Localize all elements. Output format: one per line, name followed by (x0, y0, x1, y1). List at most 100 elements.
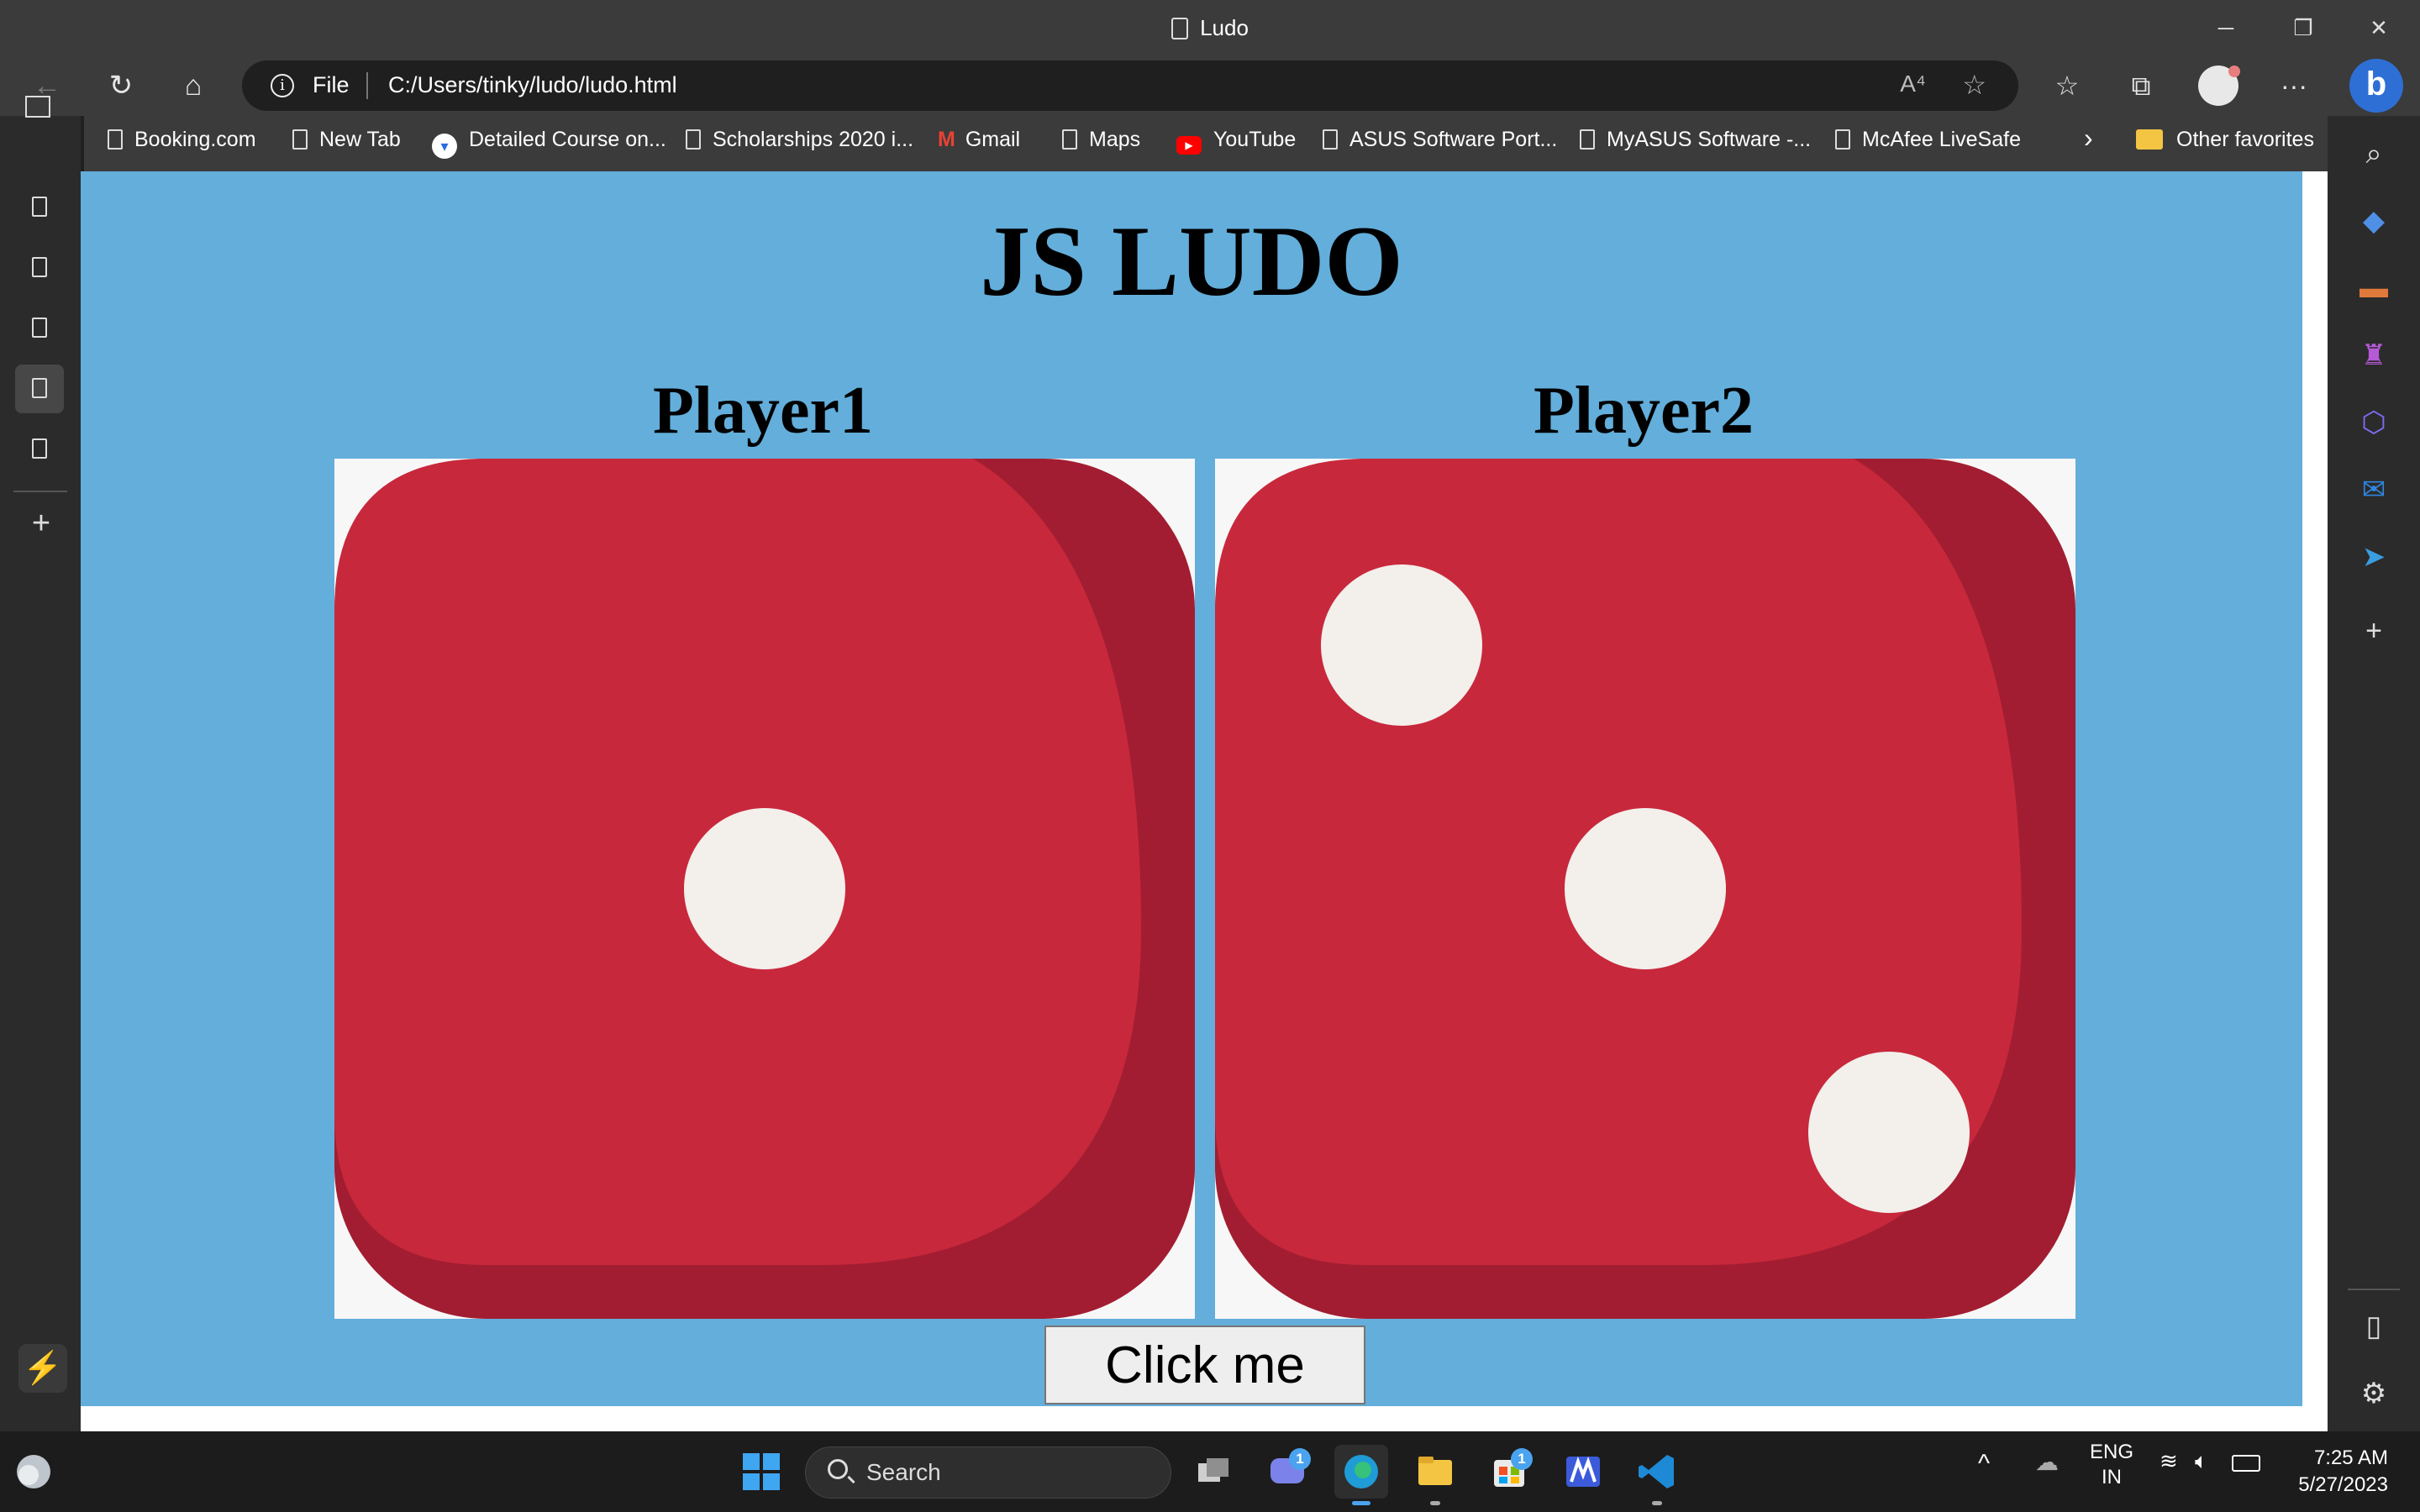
pinned-app-icon[interactable]: ⚡ (18, 1344, 67, 1393)
weather-icon[interactable] (12, 1450, 55, 1494)
die-pip (684, 808, 845, 969)
edge-icon (1344, 1455, 1378, 1488)
add-sidebar-app-icon[interactable]: + (2351, 608, 2396, 654)
task-view-icon (1198, 1458, 1228, 1482)
vertical-tab-2[interactable] (15, 244, 64, 292)
clock-time: 7:25 AM (2313, 1446, 2388, 1469)
drop-icon[interactable]: ➤ (2351, 534, 2396, 580)
language-indicator[interactable]: ENG IN (2089, 1440, 2134, 1490)
app-taskbar-button[interactable] (1556, 1445, 1610, 1499)
games-icon[interactable]: ♜ (2351, 333, 2396, 378)
ludo-page: JS LUDO Player1 Player2 Click me (81, 171, 2302, 1406)
store-badge: 1 (1511, 1448, 1533, 1470)
player1-label: Player1 (652, 374, 874, 448)
app-m-icon (1566, 1457, 1600, 1487)
favorite-label: McAfee LiveSafe (1862, 128, 2021, 151)
vertical-tab-5[interactable] (15, 425, 64, 474)
browser-toolbar: ← ↻ ⌂ i File C:/Users/tinky/ludo/ludo.ht… (0, 55, 2420, 116)
favorite-label: YouTube (1213, 128, 1297, 151)
restore-button[interactable]: ❐ (2265, 7, 2341, 49)
favorites-icon[interactable]: ☆ (2045, 64, 2089, 108)
favorite-asus-software[interactable]: ASUS Software Port... (1323, 128, 1557, 152)
volume-icon[interactable]: 🔈︎ (2195, 1448, 2208, 1475)
favorite-maps[interactable]: Maps (1062, 128, 1140, 152)
youtube-icon: ▶ (1176, 136, 1202, 155)
wifi-icon[interactable]: ≋ (2160, 1448, 2178, 1474)
vertical-tabs-panel: + ⚡ (0, 96, 81, 1431)
running-indicator (1652, 1501, 1662, 1505)
bing-chat-icon[interactable]: b (2349, 59, 2403, 113)
tab-actions-icon[interactable] (25, 96, 50, 118)
more-options-icon[interactable]: ··· (2272, 64, 2316, 108)
new-tab-plus-icon[interactable]: + (20, 502, 62, 544)
address-bar[interactable]: i File C:/Users/tinky/ludo/ludo.html A⁴ … (242, 60, 2018, 111)
edge-sidebar: ⌕ ◆ ▬ ♜ ⬡ ✉ ➤ + ▯ ⚙ (2328, 116, 2420, 1431)
tools-briefcase-icon[interactable]: ▬ (2351, 265, 2396, 311)
gmail-icon: M (938, 128, 955, 151)
collections-icon[interactable]: ⧉ (2119, 64, 2163, 108)
sidebar-search-icon[interactable]: ⌕ (2351, 131, 2396, 176)
refresh-button[interactable]: ↻ (99, 64, 143, 108)
minimize-button[interactable]: ─ (2188, 7, 2264, 49)
home-button[interactable]: ⌂ (171, 64, 215, 108)
edge-taskbar-button[interactable] (1334, 1445, 1388, 1505)
document-icon (1171, 18, 1189, 39)
favorite-youtube[interactable]: ▶ YouTube (1176, 128, 1296, 155)
address-separator (366, 72, 368, 99)
favorite-booking[interactable]: Booking.com (108, 128, 256, 152)
other-favorites[interactable]: Other favorites (2136, 128, 2314, 152)
office-icon[interactable]: ⬡ (2351, 400, 2396, 445)
store-button[interactable]: 1 (1482, 1445, 1536, 1499)
start-button[interactable] (734, 1445, 788, 1499)
profile-avatar[interactable] (2198, 66, 2240, 106)
favorite-label: Maps (1089, 128, 1141, 151)
outlook-icon[interactable]: ✉ (2351, 467, 2396, 512)
course-icon: ▾ (432, 134, 457, 159)
tray-overflow-icon[interactable]: ^ (1978, 1450, 1990, 1478)
die-pips (684, 808, 845, 969)
title-bar: Ludo ─ ❐ ✕ (0, 0, 2420, 55)
vscode-icon (1639, 1455, 1674, 1488)
close-window-button[interactable]: ✕ (2341, 7, 2417, 49)
favorite-detailed-course[interactable]: ▾ Detailed Course on... (432, 128, 666, 159)
page-icon (108, 129, 123, 150)
page-icon (1835, 129, 1850, 150)
info-icon[interactable]: i (271, 74, 294, 97)
page-icon (32, 438, 47, 459)
sidebar-divider (2348, 1289, 2400, 1290)
file-explorer-button[interactable] (1408, 1445, 1462, 1505)
shopping-tag-icon[interactable]: ◆ (2351, 198, 2396, 244)
page-icon (1323, 129, 1338, 150)
favorite-mcafee[interactable]: McAfee LiveSafe (1835, 128, 2021, 152)
add-favorite-icon[interactable]: ☆ (1962, 69, 1986, 101)
vertical-tab-1[interactable] (15, 183, 64, 232)
battery-icon[interactable] (2232, 1455, 2260, 1472)
address-url[interactable]: C:/Users/tinky/ludo/ludo.html (388, 72, 677, 98)
read-aloud-icon[interactable]: A⁴ (1900, 71, 1926, 97)
roll-dice-button[interactable]: Click me (1044, 1326, 1365, 1404)
favorite-label: Detailed Course on... (469, 128, 666, 151)
vertical-tab-3[interactable] (15, 304, 64, 353)
page-icon (32, 257, 47, 277)
teams-chat-button[interactable]: 1 (1260, 1445, 1314, 1499)
favorite-new-tab[interactable]: New Tab (292, 128, 401, 152)
vscode-button[interactable] (1630, 1445, 1684, 1505)
taskbar-search[interactable]: Search (805, 1446, 1171, 1499)
page-icon (1580, 129, 1595, 150)
language-bottom: IN (2102, 1466, 2122, 1488)
favorite-label: MyASUS Software -... (1607, 128, 1812, 151)
favorite-myasus[interactable]: MyASUS Software -... (1580, 128, 1811, 152)
vertical-tab-4-active[interactable] (15, 365, 64, 413)
onedrive-offline-icon[interactable]: ☁ (2035, 1448, 2059, 1476)
address-scheme: File (313, 72, 350, 97)
windows-logo-icon (743, 1453, 780, 1490)
clock-date: 5/27/2023 (2298, 1473, 2388, 1496)
favorites-more-chevron-icon[interactable]: › (2084, 123, 2093, 154)
task-view-button[interactable] (1186, 1445, 1240, 1499)
hide-sidebar-icon[interactable]: ▯ (2351, 1304, 2396, 1349)
favorite-gmail[interactable]: M Gmail (938, 128, 1020, 152)
sidebar-settings-icon[interactable]: ⚙ (2351, 1371, 2396, 1416)
active-indicator (1352, 1501, 1370, 1505)
favorite-scholarships[interactable]: Scholarships 2020 i... (686, 128, 913, 152)
clock[interactable]: 7:25 AM 5/27/2023 (2287, 1445, 2388, 1499)
